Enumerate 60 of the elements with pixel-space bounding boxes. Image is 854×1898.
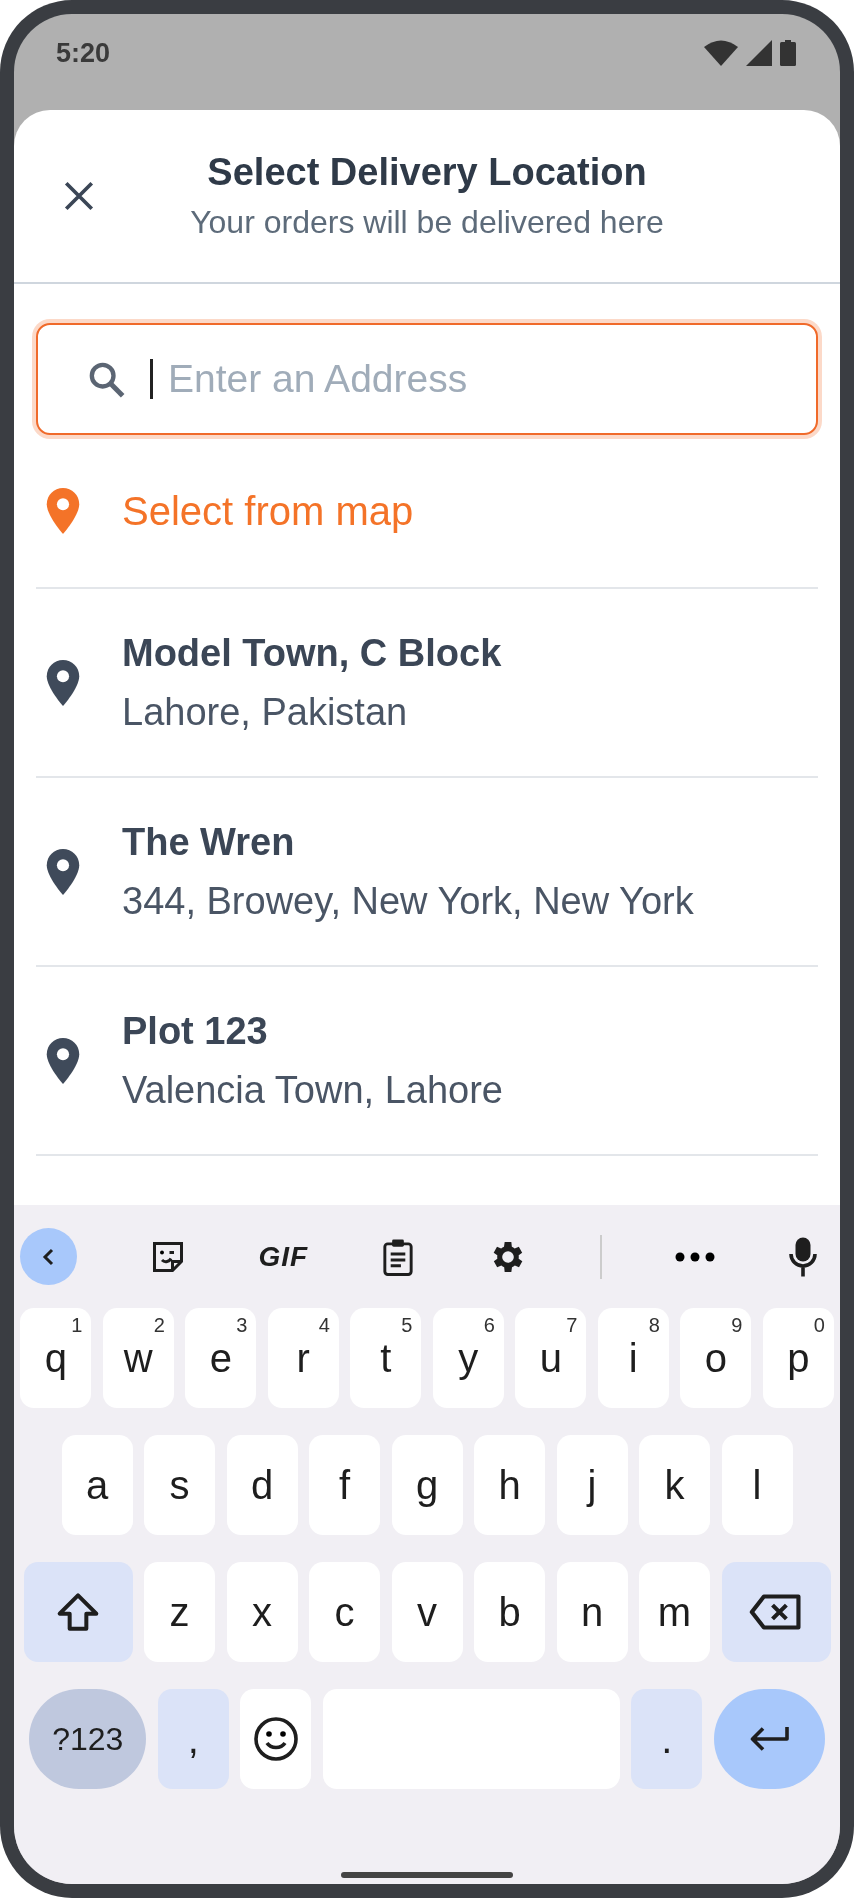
backspace-key[interactable] [721, 1562, 831, 1662]
key[interactable]: y 6 [432, 1308, 504, 1408]
key[interactable]: r 4 [267, 1308, 339, 1408]
battery-icon [780, 40, 796, 66]
key[interactable]: d [226, 1435, 298, 1535]
key[interactable]: x [226, 1562, 298, 1662]
enter-icon [748, 1724, 791, 1754]
shift-icon [56, 1592, 100, 1632]
address-name[interactable]: The Wren [122, 820, 694, 864]
key[interactable]: p 0 [762, 1308, 834, 1408]
key[interactable]: , [157, 1689, 229, 1789]
more-icon[interactable] [675, 1251, 716, 1262]
wifi-icon [704, 40, 738, 66]
location-pin-icon [46, 659, 80, 706]
key[interactable]: e 3 [185, 1308, 257, 1408]
key[interactable]: a [61, 1435, 133, 1535]
key[interactable]: l [721, 1435, 793, 1535]
key[interactable]: n [556, 1562, 628, 1662]
address-name[interactable]: Plot 123 [122, 1009, 503, 1053]
status-time: 5:20 [56, 37, 111, 69]
key[interactable]: t 5 [350, 1308, 422, 1408]
collapse-button[interactable] [20, 1228, 77, 1285]
key[interactable]: m [639, 1562, 710, 1662]
emoji-key[interactable] [240, 1689, 312, 1789]
address-detail[interactable]: Valencia Town, Lahore [122, 1068, 503, 1112]
sheet-title: Select Delivery Location [207, 151, 647, 194]
gif-button[interactable]: GIF [258, 1240, 309, 1273]
key[interactable]: i 8 [597, 1308, 669, 1408]
shift-key[interactable] [23, 1562, 133, 1662]
smiley-icon [251, 1715, 300, 1763]
text-cursor [150, 359, 153, 399]
location-pin-icon [46, 1037, 80, 1084]
key[interactable]: j [556, 1435, 628, 1535]
address-detail[interactable]: Lahore, Pakistan [122, 690, 502, 734]
key[interactable]: w 2 [102, 1308, 174, 1408]
backspace-icon [749, 1593, 803, 1631]
key[interactable]: f [309, 1435, 380, 1535]
microphone-icon[interactable] [787, 1235, 818, 1278]
symbols-key[interactable]: ?123 [29, 1689, 147, 1789]
signal-icon [746, 40, 772, 66]
clipboard-icon[interactable] [380, 1237, 415, 1276]
key[interactable]: o 9 [680, 1308, 752, 1408]
key[interactable]: k [639, 1435, 710, 1535]
sheet-subtitle: Your orders will be delivered here [190, 204, 664, 241]
key[interactable]: . [631, 1689, 703, 1789]
key[interactable]: z [144, 1562, 215, 1662]
location-pin-icon [46, 488, 80, 534]
key[interactable]: q 1 [20, 1308, 92, 1408]
key[interactable]: c [309, 1562, 380, 1662]
address-name[interactable]: Model Town, C Block [122, 631, 502, 675]
key[interactable]: s [144, 1435, 215, 1535]
key[interactable]: h [474, 1435, 545, 1535]
location-pin-icon [46, 848, 80, 895]
address-detail[interactable]: 344, Browey, New York, New York [122, 879, 694, 923]
key[interactable]: v [391, 1562, 463, 1662]
key[interactable]: u 7 [515, 1308, 587, 1408]
address-search-field[interactable]: Enter an Address [36, 323, 818, 435]
key[interactable]: g [391, 1435, 463, 1535]
close-icon [62, 179, 96, 213]
key[interactable]: b [474, 1562, 545, 1662]
